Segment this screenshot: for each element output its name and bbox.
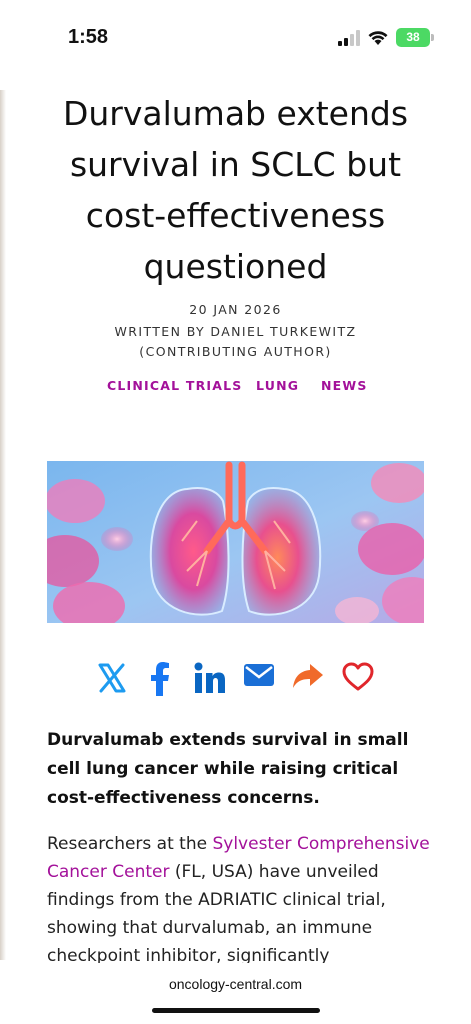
cellular-signal-icon [338,30,360,46]
page-edge-shadow [0,90,6,960]
battery-level: 38 [406,30,420,44]
heart-icon[interactable] [342,662,374,692]
share-icon[interactable] [292,662,324,690]
article-lede: Durvalumab extends survival in small cel… [47,730,409,808]
article-body-paragraph: Researchers at the Sylvester Comprehensi… [47,830,432,964]
browser-address-bar[interactable]: oncology-central.com [0,963,471,1024]
hero-image-lungs [47,461,424,623]
battery-icon: 38 [396,28,430,47]
url-text[interactable]: oncology-central.com [0,976,471,992]
article-byline: WRITTEN BY DANIEL TURKEWITZ (CONTRIBUTIN… [114,324,357,359]
share-bar [0,662,471,698]
article-date: 20 JAN 2026 [189,302,282,317]
category-news[interactable]: NEWS [321,378,368,393]
linkedin-icon[interactable] [194,662,226,694]
facebook-icon[interactable] [150,662,170,696]
battery-cap [431,34,434,41]
wifi-icon [368,31,388,45]
article-title: Durvalumab extends survival in SCLC but … [62,94,409,286]
category-clinical-trials[interactable]: CLINICAL TRIALS [107,378,243,393]
email-icon[interactable] [243,662,275,688]
status-time: 1:58 [68,26,109,48]
status-bar: 1:58 38 [0,0,471,70]
home-indicator[interactable] [152,1008,320,1013]
category-lung[interactable]: LUNG [256,378,299,393]
body-text-intro: Researchers at the [47,834,213,854]
x-icon[interactable] [96,662,128,694]
